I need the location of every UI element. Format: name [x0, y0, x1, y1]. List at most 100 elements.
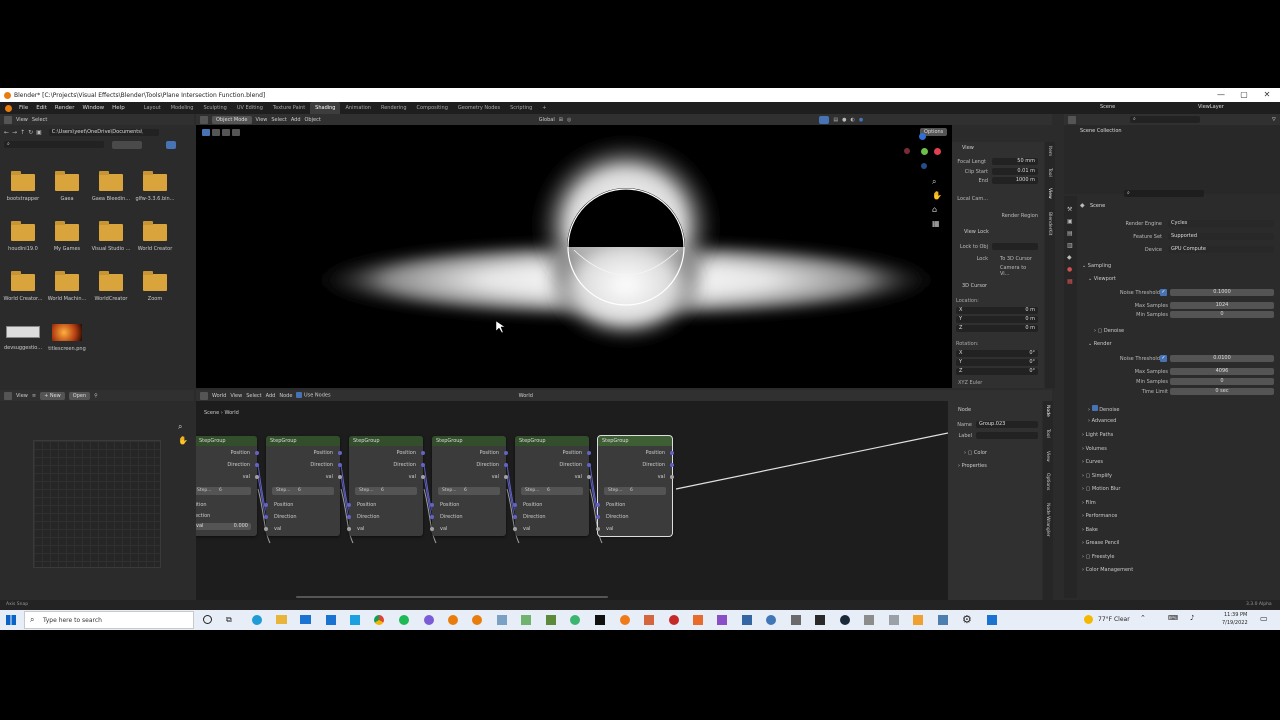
- menu-edit[interactable]: Edit: [32, 105, 51, 111]
- menu-render[interactable]: Render: [51, 105, 79, 111]
- clip-start-field[interactable]: 0.01 m: [992, 168, 1038, 175]
- menu-window[interactable]: Window: [78, 105, 108, 111]
- node-group-selector[interactable]: Step... 6: [355, 487, 417, 495]
- app-icon[interactable]: [424, 615, 434, 625]
- tray-chevron-icon[interactable]: ⌃: [1140, 614, 1146, 622]
- store-icon[interactable]: [326, 615, 336, 625]
- input-socket[interactable]: [513, 527, 517, 531]
- minimize-button[interactable]: —: [1210, 88, 1232, 102]
- tab-shading[interactable]: Shading: [310, 102, 341, 114]
- app-icon[interactable]: [620, 615, 630, 625]
- close-button[interactable]: ✕: [1256, 88, 1278, 102]
- texture-tab-icon[interactable]: ▦: [1067, 278, 1073, 285]
- view-layer-tab-icon[interactable]: ▥: [1067, 242, 1073, 249]
- cursor-loc-y[interactable]: Y0 m: [956, 316, 1038, 323]
- volume-icon[interactable]: ♪: [1190, 614, 1194, 622]
- app-icon[interactable]: [570, 615, 580, 625]
- file-item[interactable]: World Machin...: [45, 271, 89, 302]
- r-max-samples-field[interactable]: 4096: [1170, 368, 1274, 375]
- network-icon[interactable]: ⌨: [1168, 614, 1178, 622]
- output-socket[interactable]: [421, 451, 425, 455]
- output-socket[interactable]: [255, 475, 259, 479]
- output-socket[interactable]: [421, 475, 425, 479]
- axis-z-icon[interactable]: [919, 133, 926, 140]
- panel-light-paths[interactable]: › Light Paths: [1082, 432, 1113, 438]
- sidebar-tab-tool[interactable]: Tool: [1047, 168, 1052, 177]
- cursor-rot-y[interactable]: Y 0°: [956, 359, 1038, 366]
- parent-dir-icon[interactable]: ↑: [20, 129, 25, 136]
- node-tab-options[interactable]: Options: [1045, 473, 1050, 490]
- file-menu-view[interactable]: View: [16, 117, 28, 123]
- output-socket[interactable]: [504, 463, 508, 467]
- use-nodes-checkbox[interactable]: Use Nodes: [296, 392, 331, 399]
- file-item[interactable]: Visual Studio ...: [89, 221, 133, 252]
- vp-menu-select[interactable]: Select: [271, 117, 286, 123]
- file-item[interactable]: World Creator: [133, 221, 177, 252]
- node-group-selector[interactable]: Step... 6: [604, 487, 666, 495]
- panel-motion-blur[interactable]: › ▢ Motion Blur: [1082, 486, 1121, 492]
- input-socket[interactable]: [347, 527, 351, 531]
- display-mode-icon[interactable]: [112, 141, 142, 149]
- output-tab-icon[interactable]: ▤: [1067, 230, 1073, 237]
- back-arrow-icon[interactable]: ←: [4, 129, 9, 136]
- steam-icon[interactable]: [840, 615, 850, 625]
- file-item[interactable]: devsuggestio...: [1, 326, 45, 351]
- cursor-loc-x[interactable]: X0 m: [956, 307, 1038, 314]
- output-socket[interactable]: [255, 451, 259, 455]
- node-pan-hand-icon[interactable]: ✋: [178, 436, 188, 445]
- view-panel-header[interactable]: View: [962, 145, 974, 151]
- node-group-selector[interactable]: Step... 6: [272, 487, 334, 495]
- vp-max-samples-field[interactable]: 1024: [1170, 302, 1274, 309]
- stepgroup-node[interactable]: StepGroup Position Direction val Step...…: [196, 436, 259, 536]
- tab-uv-editing[interactable]: UV Editing: [232, 102, 268, 114]
- stepgroup-node[interactable]: StepGroup Position Direction val Step...…: [264, 436, 342, 536]
- refresh-icon[interactable]: ↻: [28, 129, 33, 136]
- r-min-samples-field[interactable]: 0: [1170, 378, 1274, 385]
- scene-collection-item[interactable]: Scene Collection: [1064, 125, 1280, 134]
- output-socket[interactable]: [587, 451, 591, 455]
- clock-date[interactable]: 7/19/2022: [1222, 620, 1248, 626]
- weather-label[interactable]: 77°F Clear: [1098, 616, 1130, 623]
- filter-icon[interactable]: ⛛: [1272, 117, 1276, 123]
- input-socket[interactable]: [264, 503, 268, 507]
- node-label-field[interactable]: [976, 432, 1038, 439]
- file-item[interactable]: My Games: [45, 221, 89, 252]
- lock-object-field[interactable]: [992, 243, 1038, 250]
- file-menu-select[interactable]: Select: [32, 117, 47, 123]
- viewlayer-selector[interactable]: ViewLayer: [1198, 104, 1224, 110]
- sidebar-tab-view[interactable]: View: [1047, 188, 1052, 199]
- advanced-subpanel[interactable]: › Advanced: [1088, 418, 1116, 424]
- stepgroup-node[interactable]: StepGroup Position Direction val Step...…: [513, 436, 591, 536]
- image-menu-view[interactable]: View: [16, 393, 28, 399]
- render-tab-icon[interactable]: ▣: [1067, 218, 1073, 225]
- sidebar-tab-blenderkit[interactable]: BlenderKit: [1047, 212, 1052, 235]
- tab-geometry-nodes[interactable]: Geometry Nodes: [453, 102, 505, 114]
- task-view-icon[interactable]: ⧉: [226, 615, 232, 625]
- tab-rendering[interactable]: Rendering: [376, 102, 412, 114]
- 3d-cursor-header[interactable]: 3D Cursor: [962, 283, 987, 289]
- feature-set-select[interactable]: Supported: [1168, 233, 1274, 240]
- node-editor-scrollbar[interactable]: [296, 596, 608, 598]
- editor-type-icon[interactable]: [4, 391, 12, 400]
- cursor-rot-x[interactable]: X 0°: [956, 350, 1038, 357]
- app-icon[interactable]: [742, 615, 752, 625]
- app-icon[interactable]: [938, 615, 948, 625]
- node-name-field[interactable]: Group.023: [976, 421, 1038, 428]
- input-socket[interactable]: [430, 515, 434, 519]
- scene-selector[interactable]: Scene: [1100, 104, 1115, 110]
- new-folder-icon[interactable]: ▣: [36, 129, 42, 136]
- panel-simplify[interactable]: › ▢ Simplify: [1082, 473, 1112, 479]
- clip-end-field[interactable]: 1000 m: [992, 177, 1038, 184]
- snap-icon[interactable]: ⊞: [559, 117, 563, 123]
- input-socket[interactable]: [430, 503, 434, 507]
- app-icon[interactable]: [521, 615, 531, 625]
- world-tab-icon[interactable]: ●: [1067, 266, 1072, 273]
- output-socket[interactable]: [587, 475, 591, 479]
- minecraft-icon[interactable]: [546, 615, 556, 625]
- node-menu-add[interactable]: Add: [266, 393, 276, 399]
- file-item[interactable]: Zoom: [133, 271, 177, 302]
- new-image-button[interactable]: + New: [40, 391, 65, 400]
- shading-solid-icon[interactable]: ●: [842, 117, 846, 123]
- r-denoise-subpanel[interactable]: › Denoise: [1088, 405, 1119, 413]
- file-item[interactable]: Gaea: [45, 171, 89, 202]
